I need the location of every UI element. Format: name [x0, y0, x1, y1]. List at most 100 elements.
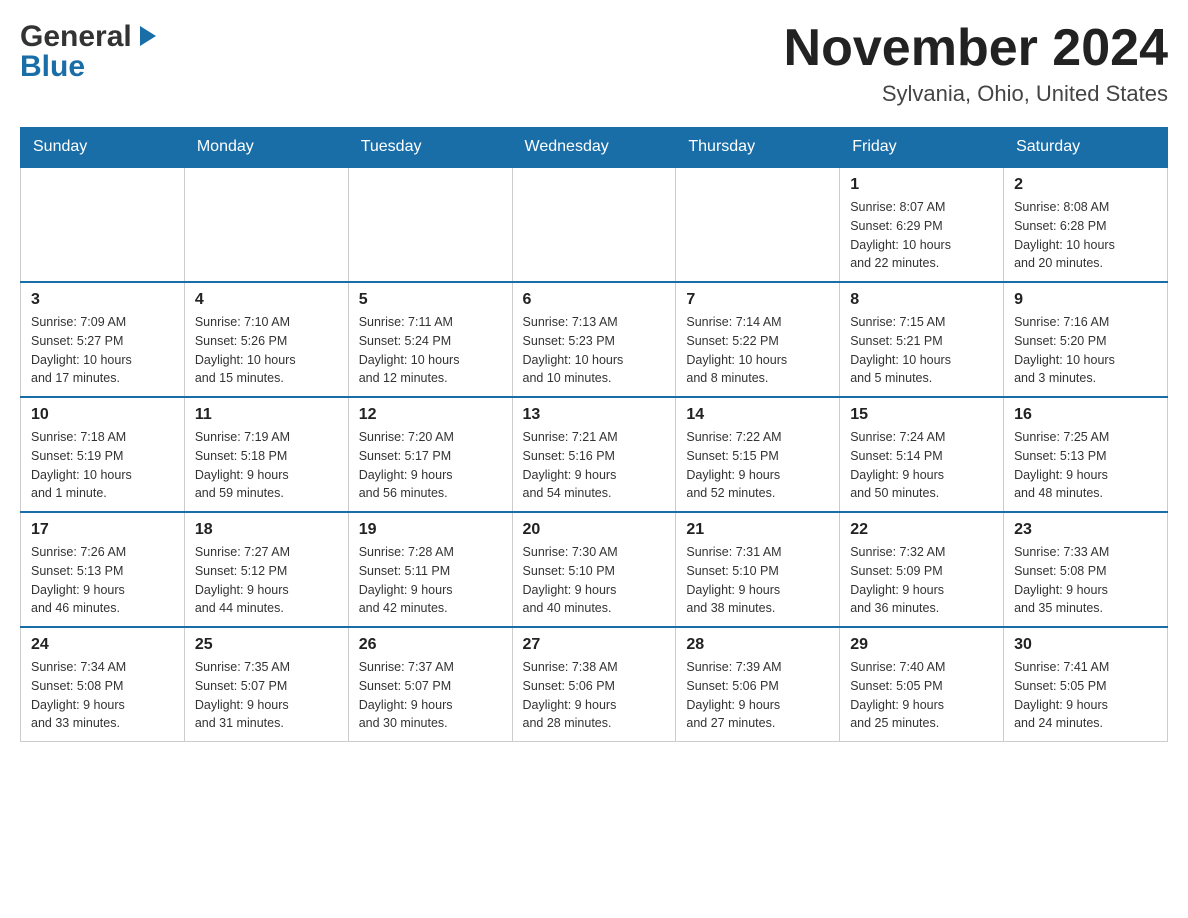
weekday-header-saturday: Saturday — [1004, 128, 1168, 168]
day-number: 26 — [359, 636, 502, 654]
title-section: November 2024 Sylvania, Ohio, United Sta… — [784, 20, 1168, 107]
day-number: 21 — [686, 521, 829, 539]
day-info: Sunrise: 7:30 AM Sunset: 5:10 PM Dayligh… — [523, 543, 666, 618]
day-info: Sunrise: 7:41 AM Sunset: 5:05 PM Dayligh… — [1014, 658, 1157, 733]
day-number: 1 — [850, 176, 993, 194]
day-info: Sunrise: 7:32 AM Sunset: 5:09 PM Dayligh… — [850, 543, 993, 618]
calendar-cell — [21, 167, 185, 282]
day-number: 22 — [850, 521, 993, 539]
logo-blue-text: Blue — [20, 50, 85, 84]
day-info: Sunrise: 7:35 AM Sunset: 5:07 PM Dayligh… — [195, 658, 338, 733]
calendar-cell: 28 Sunrise: 7:39 AM Sunset: 5:06 PM Dayli… — [676, 627, 840, 742]
day-info: Sunrise: 7:15 AM Sunset: 5:21 PM Dayligh… — [850, 313, 993, 388]
weekday-header-tuesday: Tuesday — [348, 128, 512, 168]
week-row-3: 10 Sunrise: 7:18 AM Sunset: 5:19 PM Dayli… — [21, 397, 1168, 512]
day-number: 12 — [359, 406, 502, 424]
week-row-5: 24 Sunrise: 7:34 AM Sunset: 5:08 PM Dayli… — [21, 627, 1168, 742]
calendar-cell: 29Sunrise: 7:40 AM Sunset: 5:05 PM Dayli… — [840, 627, 1004, 742]
calendar-cell: 13 Sunrise: 7:21 AM Sunset: 5:16 PM Dayli… — [512, 397, 676, 512]
day-info: Sunrise: 7:22 AM Sunset: 5:15 PM Dayligh… — [686, 428, 829, 503]
day-info: Sunrise: 7:10 AM Sunset: 5:26 PM Dayligh… — [195, 313, 338, 388]
day-number: 28 — [686, 636, 829, 654]
calendar-cell: 25Sunrise: 7:35 AM Sunset: 5:07 PM Dayli… — [184, 627, 348, 742]
month-year-title: November 2024 — [784, 20, 1168, 77]
day-number: 10 — [31, 406, 174, 424]
day-info: Sunrise: 7:09 AM Sunset: 5:27 PM Dayligh… — [31, 313, 174, 388]
week-row-2: 3 Sunrise: 7:09 AM Sunset: 5:27 PM Daylig… — [21, 282, 1168, 397]
day-number: 4 — [195, 291, 338, 309]
day-number: 27 — [523, 636, 666, 654]
day-number: 18 — [195, 521, 338, 539]
day-info: Sunrise: 7:18 AM Sunset: 5:19 PM Dayligh… — [31, 428, 174, 503]
day-number: 8 — [850, 291, 993, 309]
day-number: 20 — [523, 521, 666, 539]
week-row-4: 17 Sunrise: 7:26 AM Sunset: 5:13 PM Dayli… — [21, 512, 1168, 627]
day-info: Sunrise: 8:07 AM Sunset: 6:29 PM Dayligh… — [850, 198, 993, 273]
logo: General Blue — [20, 20, 162, 84]
day-number: 13 — [523, 406, 666, 424]
day-info: Sunrise: 7:14 AM Sunset: 5:22 PM Dayligh… — [686, 313, 829, 388]
calendar-cell: 8 Sunrise: 7:15 AM Sunset: 5:21 PM Daylig… — [840, 282, 1004, 397]
day-number: 19 — [359, 521, 502, 539]
day-info: Sunrise: 7:34 AM Sunset: 5:08 PM Dayligh… — [31, 658, 174, 733]
calendar-cell: 21 Sunrise: 7:31 AM Sunset: 5:10 PM Dayli… — [676, 512, 840, 627]
calendar-cell: 20 Sunrise: 7:30 AM Sunset: 5:10 PM Dayli… — [512, 512, 676, 627]
day-info: Sunrise: 7:11 AM Sunset: 5:24 PM Dayligh… — [359, 313, 502, 388]
calendar-cell: 1 Sunrise: 8:07 AM Sunset: 6:29 PM Daylig… — [840, 167, 1004, 282]
day-info: Sunrise: 7:21 AM Sunset: 5:16 PM Dayligh… — [523, 428, 666, 503]
calendar-cell: 10 Sunrise: 7:18 AM Sunset: 5:19 PM Dayli… — [21, 397, 185, 512]
week-row-1: 1 Sunrise: 8:07 AM Sunset: 6:29 PM Daylig… — [21, 167, 1168, 282]
calendar-cell: 17 Sunrise: 7:26 AM Sunset: 5:13 PM Dayli… — [21, 512, 185, 627]
day-info: Sunrise: 7:25 AM Sunset: 5:13 PM Dayligh… — [1014, 428, 1157, 503]
day-info: Sunrise: 7:13 AM Sunset: 5:23 PM Dayligh… — [523, 313, 666, 388]
day-info: Sunrise: 7:19 AM Sunset: 5:18 PM Dayligh… — [195, 428, 338, 503]
day-number: 6 — [523, 291, 666, 309]
calendar-cell: 19 Sunrise: 7:28 AM Sunset: 5:11 PM Dayli… — [348, 512, 512, 627]
logo-arrow-icon — [134, 22, 162, 50]
page-header: General Blue November 2024 Sylvania, Ohi… — [20, 20, 1168, 107]
day-number: 5 — [359, 291, 502, 309]
calendar-header-row: SundayMondayTuesdayWednesdayThursdayFrid… — [21, 128, 1168, 168]
calendar-cell: 16 Sunrise: 7:25 AM Sunset: 5:13 PM Dayli… — [1004, 397, 1168, 512]
calendar-cell: 3 Sunrise: 7:09 AM Sunset: 5:27 PM Daylig… — [21, 282, 185, 397]
day-number: 14 — [686, 406, 829, 424]
weekday-header-sunday: Sunday — [21, 128, 185, 168]
calendar-cell: 18 Sunrise: 7:27 AM Sunset: 5:12 PM Dayli… — [184, 512, 348, 627]
location-text: Sylvania, Ohio, United States — [784, 81, 1168, 107]
calendar-cell: 30 Sunrise: 7:41 AM Sunset: 5:05 PM Dayli… — [1004, 627, 1168, 742]
weekday-header-friday: Friday — [840, 128, 1004, 168]
day-info: Sunrise: 7:27 AM Sunset: 5:12 PM Dayligh… — [195, 543, 338, 618]
weekday-header-wednesday: Wednesday — [512, 128, 676, 168]
day-info: Sunrise: 7:38 AM Sunset: 5:06 PM Dayligh… — [523, 658, 666, 733]
calendar-cell: 22 Sunrise: 7:32 AM Sunset: 5:09 PM Dayli… — [840, 512, 1004, 627]
day-number: 24 — [31, 636, 174, 654]
day-info: Sunrise: 7:39 AM Sunset: 5:06 PM Dayligh… — [686, 658, 829, 733]
calendar-cell: 4 Sunrise: 7:10 AM Sunset: 5:26 PM Daylig… — [184, 282, 348, 397]
day-number: 7 — [686, 291, 829, 309]
day-number: 11 — [195, 406, 338, 424]
calendar-cell: 26Sunrise: 7:37 AM Sunset: 5:07 PM Dayli… — [348, 627, 512, 742]
day-info: Sunrise: 7:26 AM Sunset: 5:13 PM Dayligh… — [31, 543, 174, 618]
day-number: 16 — [1014, 406, 1157, 424]
day-info: Sunrise: 7:28 AM Sunset: 5:11 PM Dayligh… — [359, 543, 502, 618]
weekday-header-monday: Monday — [184, 128, 348, 168]
weekday-header-thursday: Thursday — [676, 128, 840, 168]
calendar-cell: 5 Sunrise: 7:11 AM Sunset: 5:24 PM Daylig… — [348, 282, 512, 397]
calendar-table: SundayMondayTuesdayWednesdayThursdayFrid… — [20, 127, 1168, 742]
day-number: 3 — [31, 291, 174, 309]
day-number: 23 — [1014, 521, 1157, 539]
day-info: Sunrise: 7:40 AM Sunset: 5:05 PM Dayligh… — [850, 658, 993, 733]
calendar-cell — [512, 167, 676, 282]
day-info: Sunrise: 7:33 AM Sunset: 5:08 PM Dayligh… — [1014, 543, 1157, 618]
day-number: 9 — [1014, 291, 1157, 309]
day-number: 15 — [850, 406, 993, 424]
calendar-cell: 11 Sunrise: 7:19 AM Sunset: 5:18 PM Dayli… — [184, 397, 348, 512]
day-info: Sunrise: 7:31 AM Sunset: 5:10 PM Dayligh… — [686, 543, 829, 618]
logo-general-text: General — [20, 20, 132, 54]
day-number: 30 — [1014, 636, 1157, 654]
calendar-cell: 24 Sunrise: 7:34 AM Sunset: 5:08 PM Dayli… — [21, 627, 185, 742]
day-number: 17 — [31, 521, 174, 539]
calendar-cell: 27 Sunrise: 7:38 AM Sunset: 5:06 PM Dayli… — [512, 627, 676, 742]
calendar-cell: 7 Sunrise: 7:14 AM Sunset: 5:22 PM Daylig… — [676, 282, 840, 397]
day-info: Sunrise: 8:08 AM Sunset: 6:28 PM Dayligh… — [1014, 198, 1157, 273]
